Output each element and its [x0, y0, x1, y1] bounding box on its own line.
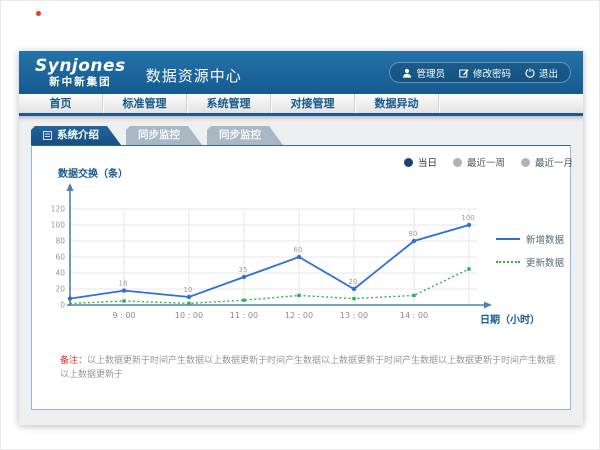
- legend-new-data-label: 新增数据: [526, 232, 564, 246]
- data-point: [242, 275, 246, 279]
- tab-sync-monitor-2[interactable]: 同步监控: [207, 126, 283, 145]
- tab-bar: 系统介绍 同步监控 同步监控: [31, 126, 583, 145]
- x-tick-label: 10 : 00: [175, 311, 203, 320]
- data-point: [412, 239, 416, 243]
- series-line-1: [70, 269, 469, 303]
- y-tick-label: 100: [51, 221, 66, 230]
- header: Synjones 新中新集团 数据资源中心 管理员 修改密码 退出: [19, 51, 583, 94]
- data-point-label: 35: [239, 266, 248, 274]
- data-point: [467, 223, 471, 227]
- footer-note-prefix: 备注：: [60, 356, 87, 366]
- content-area: 系统介绍 同步监控 同步监控 当日 最: [19, 116, 583, 422]
- series-legend: 新增数据 更新数据: [496, 232, 564, 269]
- logout-button[interactable]: 退出: [525, 66, 558, 80]
- data-point-label: 80: [409, 230, 418, 238]
- data-point: [297, 294, 300, 297]
- document-icon: [43, 131, 52, 140]
- x-tick-label: 13 : 00: [340, 311, 368, 320]
- tab-sync-monitor-1[interactable]: 同步监控: [126, 126, 202, 145]
- legend-update-data-label: 更新数据: [526, 255, 564, 269]
- data-point-label: 60: [294, 246, 303, 254]
- y-tick-label: 40: [55, 269, 65, 278]
- footer-note-text: 以上数据更新于时间产生数据以上数据更新于时间产生数据以上数据更新于时间产生数据以…: [60, 356, 555, 380]
- user-menu: 管理员 修改密码 退出: [389, 62, 571, 83]
- solid-line-swatch: [496, 238, 520, 240]
- edit-icon: [459, 68, 469, 78]
- nav-item-system-mgmt[interactable]: 系统管理: [187, 94, 271, 113]
- dotted-line-swatch: [496, 261, 520, 263]
- change-password-button[interactable]: 修改密码: [459, 66, 511, 80]
- y-tick-label: 80: [55, 237, 65, 246]
- footer-note: 备注：以上数据更新于时间产生数据以上数据更新于时间产生数据以上数据更新于时间产生…: [60, 355, 556, 382]
- page: Synjones 新中新集团 数据资源中心 管理员 修改密码 退出: [0, 0, 600, 450]
- data-point: [68, 296, 72, 300]
- data-point: [122, 299, 125, 302]
- tab-sync-monitor-1-label: 同步监控: [138, 126, 180, 145]
- brand-logo-cn: 新中新集团: [35, 77, 126, 88]
- nav-item-interface-mgmt[interactable]: 对接管理: [271, 94, 355, 113]
- exchange-line-chart: 0 20 40 60 80 100 120 9 : 00 10 : 00 11 : 00 12 : …: [32, 146, 572, 346]
- x-tick-label: 12 : 00: [285, 311, 313, 320]
- chart-title: 数据交换（条）: [58, 167, 128, 180]
- tab-sync-monitor-2-label: 同步监控: [219, 126, 261, 145]
- nav-item-home[interactable]: 首页: [19, 94, 103, 113]
- tab-system-intro[interactable]: 系统介绍: [31, 126, 121, 145]
- page-title: 数据资源中心: [146, 65, 242, 86]
- red-dot: [36, 11, 41, 16]
- y-tick-label: 0: [60, 301, 65, 310]
- chart-panel: 当日 最近一周 最近一月 0204060801001209 : 0010 : 0…: [31, 145, 571, 410]
- data-point-label: 18: [119, 280, 128, 288]
- admin-user-button[interactable]: 管理员: [402, 66, 445, 80]
- x-tick-label: 11 : 00: [230, 311, 258, 320]
- y-axis-arrow: [67, 183, 74, 191]
- x-tick-label: 9 : 00: [112, 311, 135, 320]
- nav-item-data-change[interactable]: 数据异动: [355, 94, 439, 113]
- x-axis-arrow: [484, 302, 492, 309]
- data-point: [187, 295, 191, 299]
- data-point-label: 10: [184, 286, 193, 294]
- logout-label: 退出: [539, 66, 558, 80]
- app-window: Synjones 新中新集团 数据资源中心 管理员 修改密码 退出: [19, 51, 583, 425]
- data-point: [467, 267, 470, 270]
- data-point: [122, 288, 126, 292]
- y-tick-label: 120: [51, 205, 66, 214]
- data-point-label: 20: [349, 278, 358, 286]
- y-tick-label: 20: [55, 285, 65, 294]
- user-icon: [402, 68, 412, 78]
- x-tick-label: 14 : 00: [400, 311, 428, 320]
- y-tick-label: 60: [55, 253, 65, 262]
- change-password-label: 修改密码: [473, 66, 511, 80]
- power-icon: [525, 68, 535, 78]
- brand-logo: Synjones 新中新集团: [35, 58, 126, 88]
- legend-update-data: 更新数据: [496, 255, 564, 269]
- data-point: [412, 294, 415, 297]
- legend-new-data: 新增数据: [496, 232, 564, 246]
- data-point: [352, 287, 356, 291]
- data-point-label: 100: [461, 214, 474, 222]
- brand-logo-en: Synjones: [35, 58, 126, 75]
- admin-user-label: 管理员: [416, 66, 445, 80]
- main-nav: 首页 标准管理 系统管理 对接管理 数据异动: [19, 94, 583, 116]
- data-point: [187, 302, 190, 305]
- x-axis-title: 日期（小时）: [480, 313, 540, 326]
- tab-system-intro-label: 系统介绍: [57, 126, 99, 145]
- data-point: [242, 299, 245, 302]
- nav-item-standard-mgmt[interactable]: 标准管理: [103, 94, 187, 113]
- data-point: [352, 297, 355, 300]
- data-point: [297, 255, 301, 259]
